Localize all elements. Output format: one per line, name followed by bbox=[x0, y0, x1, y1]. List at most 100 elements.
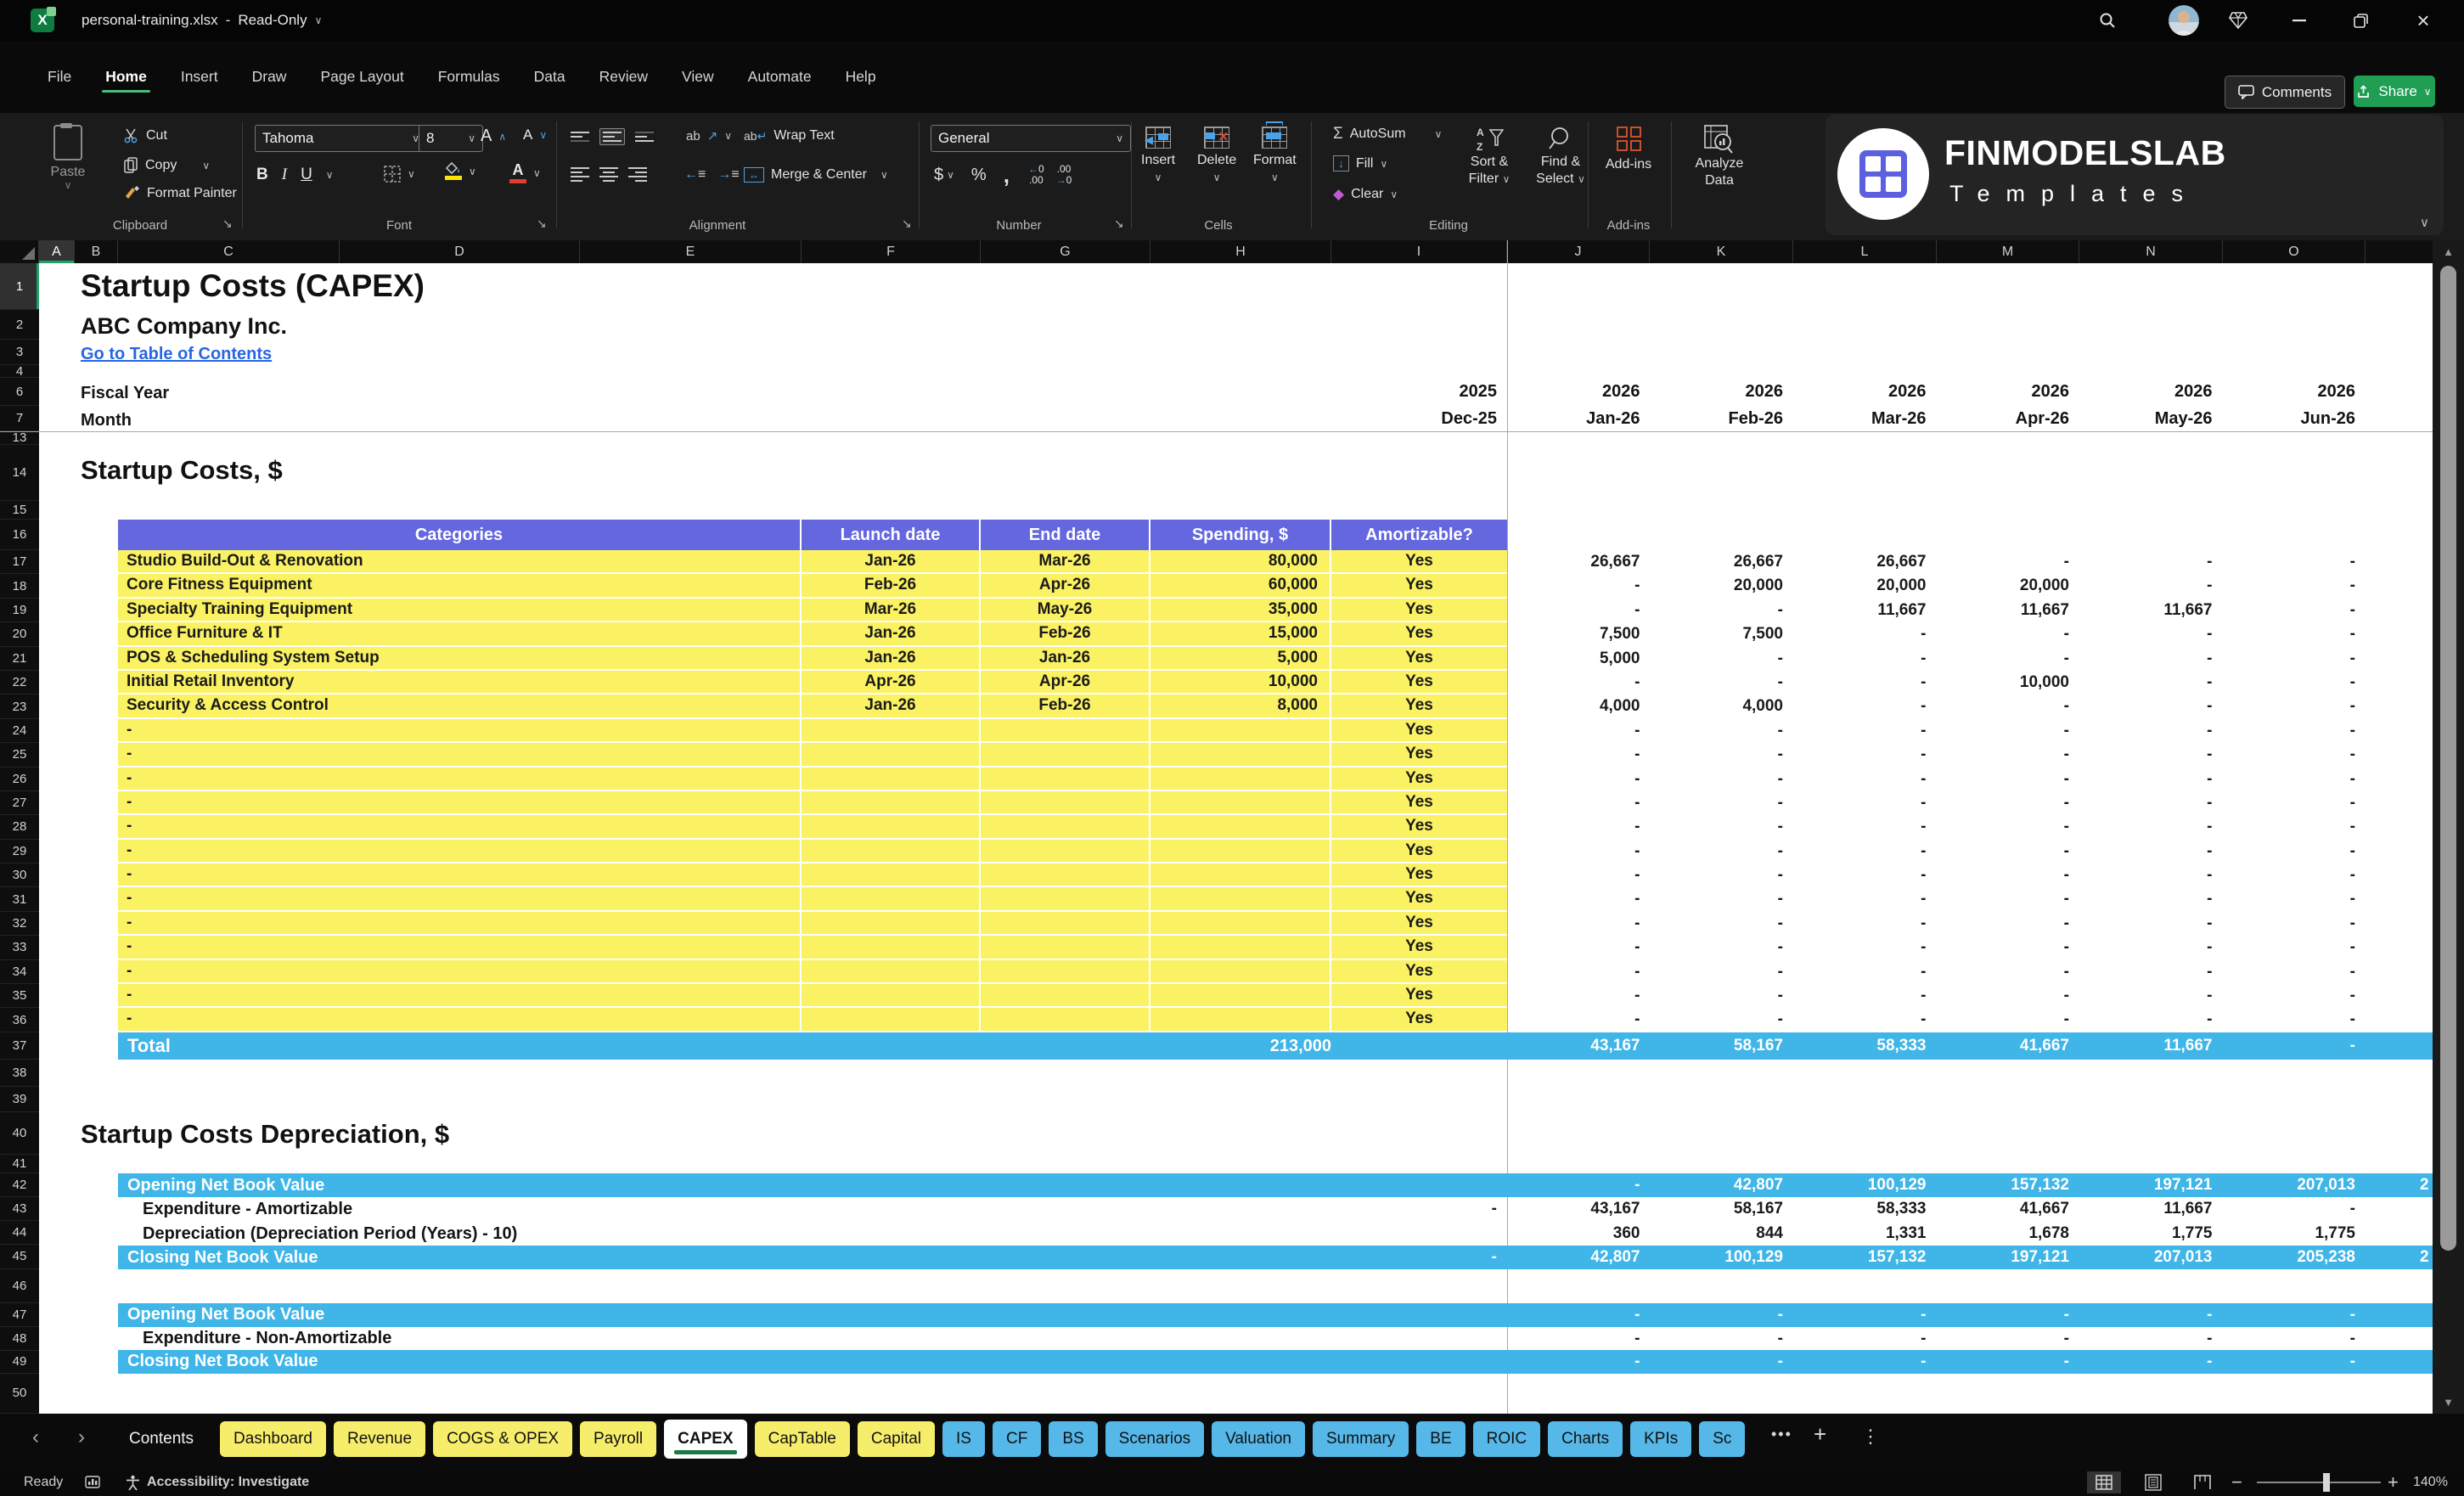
monthly-cell[interactable]: - bbox=[2223, 1197, 2366, 1221]
dec-25-cell[interactable] bbox=[1331, 1327, 1507, 1351]
ribbon-tab[interactable]: File bbox=[31, 59, 88, 94]
cell-end-date[interactable]: Apr-26 bbox=[981, 574, 1150, 597]
monthly-cell[interactable]: - bbox=[2223, 768, 2366, 791]
monthly-cell[interactable]: - bbox=[1507, 768, 1651, 791]
monthly-cell[interactable]: - bbox=[2079, 574, 2223, 598]
cell-end-date[interactable] bbox=[981, 936, 1150, 959]
cell-spending[interactable] bbox=[1150, 936, 1331, 959]
toc-link[interactable]: Go to Table of Contents bbox=[81, 345, 272, 364]
monthly-cell[interactable]: 207,013 bbox=[2223, 1173, 2366, 1197]
monthly-cell[interactable]: - bbox=[2079, 671, 2223, 695]
dec-25-cell[interactable]: - bbox=[1331, 1246, 1507, 1269]
cell-amortizable[interactable]: Yes bbox=[1331, 719, 1507, 741]
table-row[interactable]: - Yes bbox=[118, 815, 1507, 840]
monthly-cell[interactable]: - bbox=[1793, 1303, 1937, 1327]
monthly-cell[interactable]: - bbox=[1651, 1303, 1794, 1327]
merge-center-button[interactable]: ↔ Merge & Center ∨ bbox=[744, 167, 888, 183]
ribbon-tab[interactable]: View bbox=[665, 59, 731, 94]
cell-category[interactable]: - bbox=[118, 767, 802, 790]
cell-amortizable[interactable]: Yes bbox=[1331, 599, 1507, 621]
monthly-cell[interactable]: - bbox=[2079, 791, 2223, 815]
monthly-cell[interactable]: - bbox=[1937, 887, 2080, 911]
table-row[interactable]: POS & Scheduling System Setup Jan-26 Jan… bbox=[118, 646, 1507, 671]
monthly-cell[interactable]: - bbox=[2223, 574, 2366, 598]
sheet-tab[interactable]: Dashboard bbox=[220, 1421, 326, 1457]
monthly-row[interactable]: - - - 10,000 - - bbox=[1507, 671, 2433, 695]
monthly-row[interactable]: - - - - - - bbox=[1507, 791, 2433, 815]
monthly-cell[interactable]: - bbox=[1937, 912, 2080, 936]
monthly-cell[interactable]: 4,000 bbox=[1651, 695, 1794, 718]
row-header[interactable]: 46 bbox=[0, 1269, 39, 1303]
monthly-cell[interactable]: - bbox=[1651, 719, 1794, 743]
row-header[interactable]: 2 bbox=[0, 310, 39, 340]
total-row[interactable]: Total 213,000 43,167 58,167 58,333 41,667 11… bbox=[118, 1032, 2433, 1060]
sheet-tab[interactable]: CapTable bbox=[754, 1421, 850, 1457]
sheet-tab[interactable]: Valuation bbox=[1212, 1421, 1305, 1457]
monthly-cell[interactable]: - bbox=[1651, 936, 1794, 959]
sheet-tab[interactable]: BS bbox=[1049, 1421, 1098, 1457]
monthly-cell[interactable]: 42,807 bbox=[1651, 1173, 1794, 1197]
monthly-cell[interactable]: 7,500 bbox=[1651, 622, 1794, 646]
monthly-cell[interactable]: 360 bbox=[1507, 1222, 1651, 1246]
search-icon[interactable] bbox=[2090, 0, 2124, 41]
table-row[interactable]: Specialty Training Equipment Mar-26 May-… bbox=[118, 598, 1507, 623]
fill-button[interactable]: ↓ Fill ∨ bbox=[1333, 155, 1387, 172]
monthly-cell[interactable]: - bbox=[1507, 887, 1651, 911]
cell-amortizable[interactable]: Yes bbox=[1331, 671, 1507, 693]
monthly-cell[interactable]: - bbox=[2079, 1008, 2223, 1032]
cell-category[interactable]: - bbox=[118, 718, 802, 742]
cut-button[interactable]: Cut bbox=[124, 128, 167, 143]
cell-end-date[interactable]: Feb-26 bbox=[981, 622, 1150, 645]
cell-spending[interactable]: 35,000 bbox=[1150, 598, 1331, 621]
cell-end-date[interactable] bbox=[981, 839, 1150, 863]
table-row[interactable]: Office Furniture & IT Jan-26 Feb-26 15,0… bbox=[118, 622, 1507, 647]
cell-spending[interactable] bbox=[1150, 959, 1331, 983]
monthly-cell[interactable]: - bbox=[1651, 1350, 1794, 1374]
row-header[interactable]: 13 bbox=[0, 430, 39, 445]
monthly-cell[interactable]: - bbox=[1937, 960, 2080, 984]
monthly-cell[interactable]: - bbox=[1937, 791, 2080, 815]
monthly-cell[interactable]: - bbox=[2223, 912, 2366, 936]
row-header[interactable]: 43 bbox=[0, 1197, 39, 1221]
row-header[interactable]: 30 bbox=[0, 863, 39, 888]
monthly-row[interactable]: - - - - - - bbox=[1507, 936, 2433, 959]
monthly-cell[interactable]: - bbox=[1651, 671, 1794, 695]
monthly-row[interactable]: - - - - - - bbox=[1507, 1008, 2433, 1032]
row-header[interactable]: 39 bbox=[0, 1087, 39, 1112]
monthly-row[interactable]: - - - - - - bbox=[1507, 912, 2433, 936]
monthly-cell[interactable]: 4,000 bbox=[1507, 695, 1651, 718]
monthly-cell[interactable]: - bbox=[2223, 743, 2366, 767]
cell-amortizable[interactable]: Yes bbox=[1331, 984, 1507, 1006]
cell-launch-date[interactable] bbox=[802, 887, 981, 910]
dec-25-cell[interactable] bbox=[1331, 1173, 1507, 1197]
monthly-cell[interactable]: - bbox=[2079, 695, 2223, 718]
monthly-cell[interactable]: - bbox=[1793, 743, 1937, 767]
monthly-cell[interactable]: - bbox=[2079, 960, 2223, 984]
ribbon-tab[interactable]: Review bbox=[582, 59, 665, 94]
orientation-button[interactable]: ab ↗ ∨ bbox=[686, 128, 732, 144]
ribbon-tab[interactable]: Help bbox=[829, 59, 893, 94]
monthly-cell[interactable]: 1,331 bbox=[1793, 1222, 1937, 1246]
monthly-cell[interactable]: - bbox=[2079, 984, 2223, 1008]
row-header[interactable]: 35 bbox=[0, 984, 39, 1009]
cell-amortizable[interactable]: Yes bbox=[1331, 695, 1507, 717]
depreciation-row[interactable]: Opening Net Book Value - - - - - - bbox=[118, 1303, 2433, 1327]
monthly-cell[interactable]: 1,678 bbox=[1937, 1222, 2080, 1246]
cell-spending[interactable] bbox=[1150, 790, 1331, 814]
monthly-cell[interactable]: - bbox=[1793, 647, 1937, 671]
monthly-cell[interactable]: - bbox=[1507, 960, 1651, 984]
close-button[interactable]: × bbox=[2406, 0, 2440, 41]
monthly-cell[interactable]: - bbox=[1507, 1173, 1651, 1197]
add-ins-button[interactable]: Add-ins bbox=[1603, 127, 1654, 173]
row-header[interactable]: 19 bbox=[0, 599, 39, 623]
chevron-down-icon[interactable]: ∨ bbox=[315, 15, 323, 25]
borders-button[interactable]: ∨ bbox=[384, 166, 415, 183]
monthly-cell[interactable]: - bbox=[1937, 647, 2080, 671]
sheet-tab[interactable]: Revenue bbox=[334, 1421, 426, 1457]
cell-launch-date[interactable] bbox=[802, 718, 981, 742]
delete-cells-button[interactable]: ✕ Delete ∨ bbox=[1197, 127, 1236, 183]
cell-launch-date[interactable] bbox=[802, 911, 981, 935]
cell-category[interactable]: Core Fitness Equipment bbox=[118, 574, 802, 597]
cell-category[interactable]: - bbox=[118, 959, 802, 983]
monthly-cell[interactable]: - bbox=[1937, 936, 2080, 959]
